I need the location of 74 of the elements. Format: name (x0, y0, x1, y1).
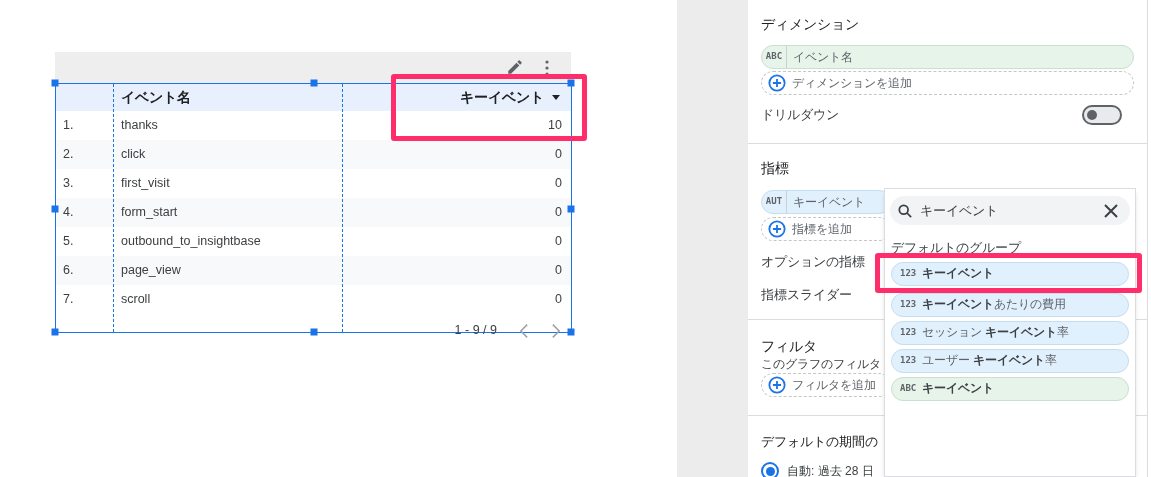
toggle-label: ドリルダウン (761, 106, 839, 124)
row-number: 4. (62, 204, 75, 222)
radio-option[interactable]: 自動: 過去 28 日 (761, 462, 1134, 477)
row-number: 1. (62, 117, 75, 135)
type-label: AUT (762, 191, 787, 213)
row-number: 5. (62, 233, 75, 251)
field-label: ユーザー キーイベント率 (921, 353, 1058, 369)
close-icon[interactable] (1104, 203, 1118, 218)
field-label: キーイベント (921, 266, 994, 282)
row-number: 6. (62, 262, 75, 280)
field-label: キーイベントあたりの費用 (921, 297, 1066, 313)
resize-handle[interactable] (51, 328, 59, 336)
table-cell-text: 0 (554, 175, 563, 193)
section-title: デフォルトの期間の (761, 433, 878, 451)
resize-handle[interactable] (51, 79, 59, 87)
field-label: キーイベント (921, 381, 994, 397)
field-label: セッション キーイベント率 (921, 325, 1070, 341)
field-option[interactable]: 123 ユーザー キーイベント率 (891, 349, 1129, 373)
next-page-icon[interactable] (551, 322, 561, 339)
plus-icon (768, 74, 786, 92)
search-input[interactable]: キーイベント (920, 200, 1096, 221)
option-label: オプションの指標 (761, 254, 865, 271)
table-cell-text: 0 (554, 291, 563, 309)
field-option[interactable]: 123 セッション キーイベント率 (891, 321, 1129, 345)
table-cell-text: 0 (554, 146, 563, 164)
type-label: 123 (899, 354, 918, 368)
search-field[interactable]: キーイベント (890, 196, 1130, 225)
type-label: 123 (899, 267, 918, 281)
column-header[interactable]: キーイベント (343, 87, 571, 108)
type-label: 123 (899, 326, 918, 340)
table-cell-text: form_start (120, 204, 179, 222)
section-title: 指標 (761, 159, 790, 178)
pencil-icon[interactable] (506, 58, 524, 76)
resize-handle[interactable] (567, 205, 575, 213)
row-number: 3. (62, 175, 75, 193)
table-cell-text: 0 (554, 262, 563, 280)
resize-handle[interactable] (310, 328, 318, 336)
resize-handle[interactable] (567, 328, 575, 336)
field-label: キーイベント (792, 194, 865, 211)
search-icon (898, 203, 912, 218)
table-cell-text: thanks (120, 117, 159, 135)
table-cell-text: 0 (554, 204, 563, 222)
option-label: 指標スライダー (761, 286, 852, 304)
row-number: 2. (62, 146, 75, 164)
field-label: イベント名 (792, 49, 853, 66)
table-cell-text: 10 (547, 117, 563, 135)
radio-button[interactable] (761, 462, 779, 477)
resize-handle[interactable] (310, 79, 318, 87)
plus-icon (768, 220, 786, 238)
table-cell-text: page_view (120, 262, 182, 280)
type-label: ABC (899, 382, 918, 396)
group-label: デフォルトのグループ (890, 239, 1023, 256)
section-title: フィルタ (761, 337, 817, 356)
table-cell-text: outbound_to_insightbase (120, 233, 262, 251)
table-cell-text: click (120, 146, 147, 164)
table-cell-text: 0 (554, 233, 563, 251)
plus-icon (768, 376, 786, 394)
field-option[interactable]: 123 キーイベントあたりの費用 (891, 293, 1129, 317)
resize-handle[interactable] (51, 205, 59, 213)
more-icon[interactable] (544, 60, 550, 76)
table-cell-text: first_visit (120, 175, 171, 193)
previous-page-icon[interactable] (519, 322, 529, 339)
table-cell-text: scroll (120, 291, 152, 309)
row-number: 7. (62, 291, 75, 309)
field-chip[interactable]: ABC イベント名 (761, 45, 1134, 69)
type-label: 123 (899, 298, 918, 312)
caret-icon (552, 95, 560, 100)
resize-handle[interactable] (567, 79, 575, 87)
type-label: ABC (762, 46, 787, 68)
column-header: イベント名 (120, 88, 192, 107)
drilldown-toggle[interactable] (1082, 105, 1122, 125)
filter-label: このグラフのフィルタ (761, 357, 881, 372)
section-title: ディメンション (761, 15, 860, 34)
field-option[interactable]: 123 キーイベント (891, 262, 1129, 286)
